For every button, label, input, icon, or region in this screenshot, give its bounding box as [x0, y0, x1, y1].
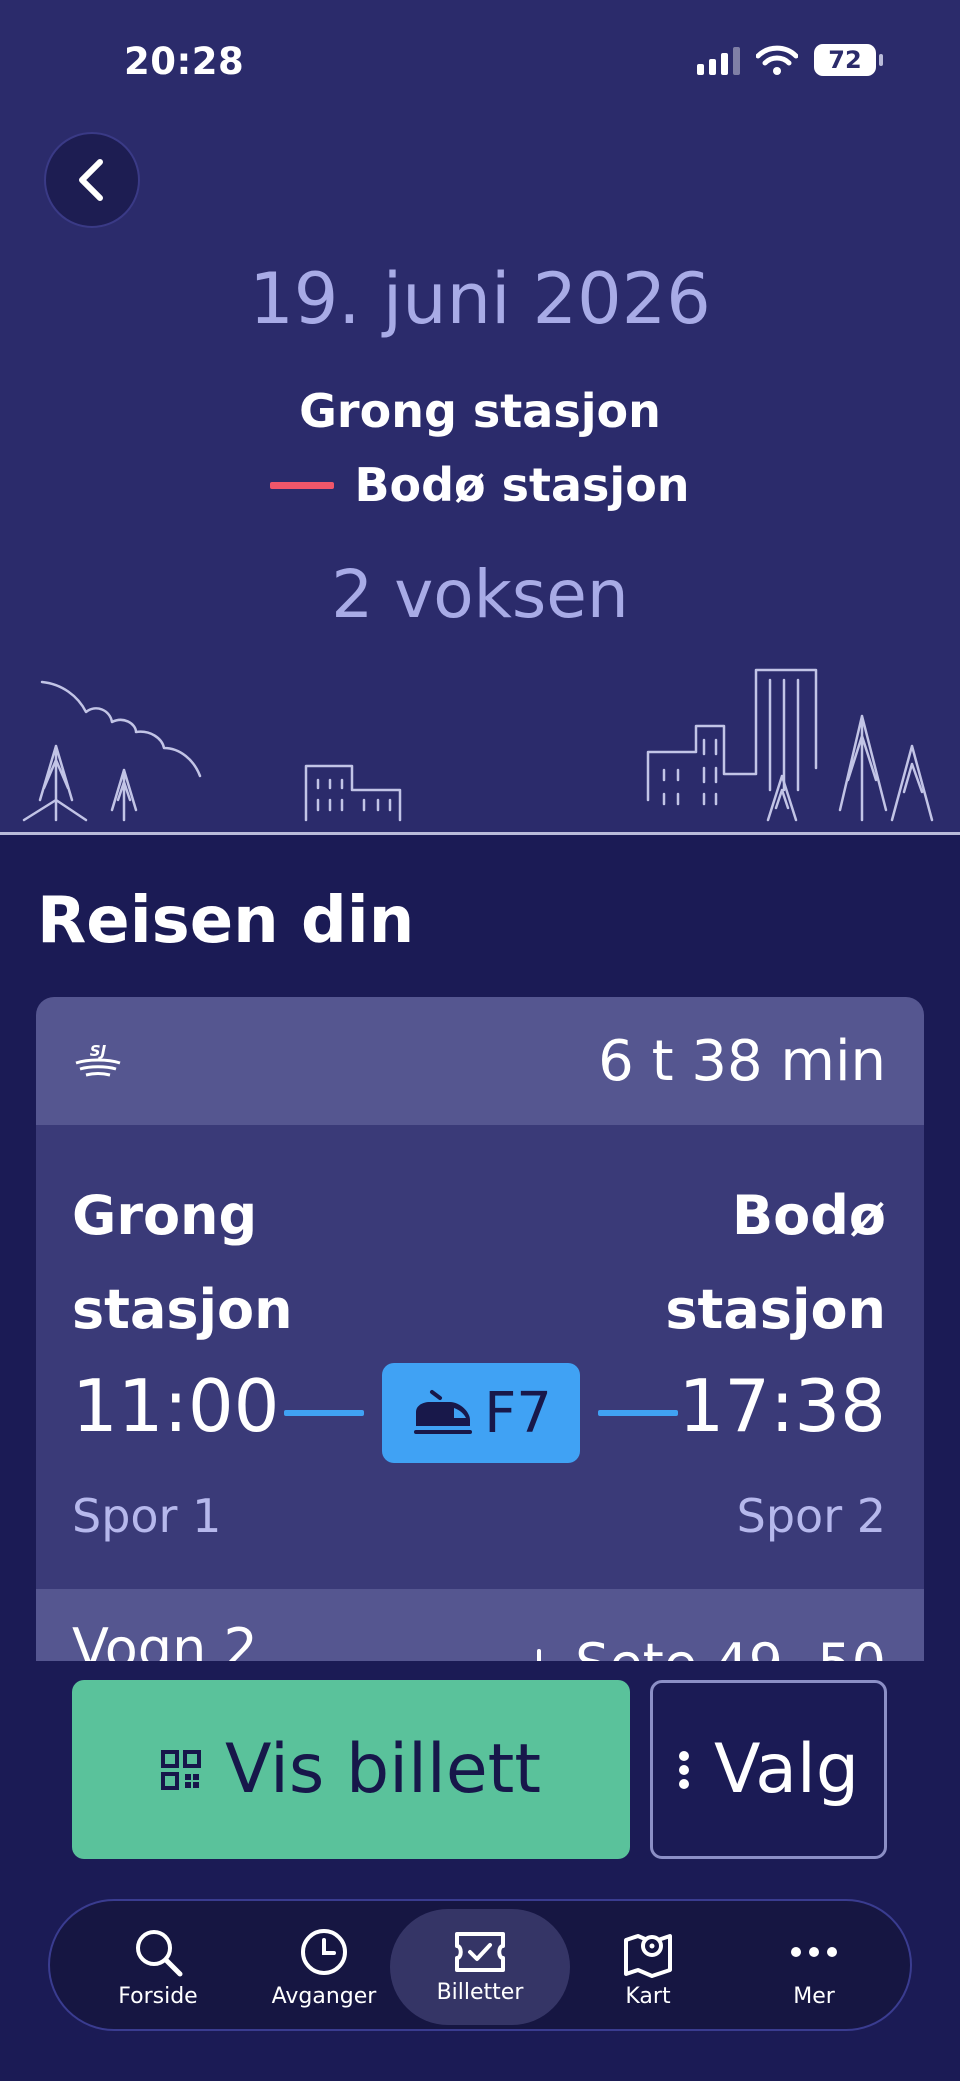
svg-text:SJ: SJ — [90, 1042, 107, 1060]
car-number: Vogn 2 — [72, 1617, 258, 1661]
ticket-icon — [455, 1931, 505, 1972]
journey-card-body: Grong stasjon Bodø stasjon 11:00 F7 17:3… — [36, 1125, 924, 1589]
departure-station: Grong stasjon — [72, 1169, 293, 1357]
more-vertical-icon — [679, 1750, 690, 1789]
connector-line-right — [598, 1410, 678, 1416]
trip-destination: Bodø stasjon — [354, 458, 690, 512]
battery-level: 72 — [828, 46, 862, 74]
section-title: Reisen din — [37, 884, 415, 958]
sj-logo-icon: SJ — [75, 1042, 121, 1077]
tab-avganger[interactable]: Avganger — [234, 1909, 414, 2025]
chevron-left-icon — [79, 159, 103, 201]
arrival-time: 17:38 — [678, 1364, 887, 1448]
tab-label: Forside — [118, 1983, 198, 2009]
status-time: 20:28 — [124, 40, 245, 83]
tab-label: Billetter — [436, 1979, 524, 2005]
map-icon — [624, 1933, 672, 1978]
arrival-track: Spor 2 — [736, 1489, 886, 1543]
journey-card-header: SJ 6 t 38 min — [36, 997, 924, 1125]
train-line-badge: F7 — [382, 1363, 580, 1463]
connector-line-left — [284, 1410, 364, 1416]
bottom-tab-bar: Forside Avganger Billetter Kart Mer — [48, 1899, 912, 2031]
seat-numbers: Sete 49, 50 — [575, 1632, 886, 1662]
trip-origin: Grong stasjon — [299, 384, 661, 438]
battery-icon: 72 — [814, 44, 883, 76]
tab-mer[interactable]: Mer — [724, 1909, 904, 2025]
journey-card[interactable]: SJ 6 t 38 min Grong stasjon Bodø stasjon… — [36, 997, 924, 1661]
train-icon — [414, 1390, 473, 1434]
tab-forside[interactable]: Forside — [68, 1909, 248, 2025]
journey-card-footer: Vogn 2 Sete 49, 50 — [36, 1589, 924, 1661]
tab-label: Mer — [793, 1983, 835, 2009]
more-horizontal-icon — [791, 1946, 837, 1957]
clock-icon — [301, 1928, 347, 1975]
seat-info: Sete 49, 50 — [531, 1617, 886, 1661]
departure-track: Spor 1 — [72, 1489, 222, 1543]
tab-kart[interactable]: Kart — [558, 1909, 738, 2025]
options-button[interactable]: Valg — [650, 1680, 887, 1859]
options-label: Valg — [714, 1730, 859, 1809]
skyline-illustration — [22, 668, 934, 822]
wifi-icon — [756, 45, 798, 75]
tab-label: Avganger — [271, 1983, 377, 2009]
departure-station-line1: Grong — [72, 1184, 258, 1247]
departure-time: 11:00 — [72, 1364, 280, 1448]
qr-code-icon — [161, 1749, 202, 1790]
signal-icon — [697, 45, 740, 75]
tab-label: Kart — [625, 1983, 671, 2009]
passenger-count: 2 voksen — [331, 556, 629, 633]
status-icons: 72 — [697, 44, 883, 76]
show-ticket-button[interactable]: Vis billett — [72, 1680, 630, 1859]
arrival-station-line2: stasjon — [665, 1278, 886, 1341]
tab-billetter[interactable]: Billetter — [390, 1909, 570, 2025]
trip-date: 19. juni 2026 — [249, 258, 711, 340]
hero-divider — [0, 832, 960, 835]
train-line-code: F7 — [484, 1380, 552, 1446]
route-line — [270, 481, 335, 489]
arrival-station-line1: Bodø — [731, 1184, 886, 1247]
seat-icon — [537, 1649, 542, 1661]
trip-destination-row: Bodø stasjon — [0, 458, 960, 512]
show-ticket-label: Vis billett — [225, 1730, 541, 1809]
back-button[interactable] — [44, 132, 140, 228]
search-icon — [136, 1929, 183, 1976]
journey-duration: 6 t 38 min — [598, 1028, 886, 1094]
arrival-station: Bodø stasjon — [665, 1169, 886, 1357]
departure-station-line2: stasjon — [72, 1278, 293, 1341]
